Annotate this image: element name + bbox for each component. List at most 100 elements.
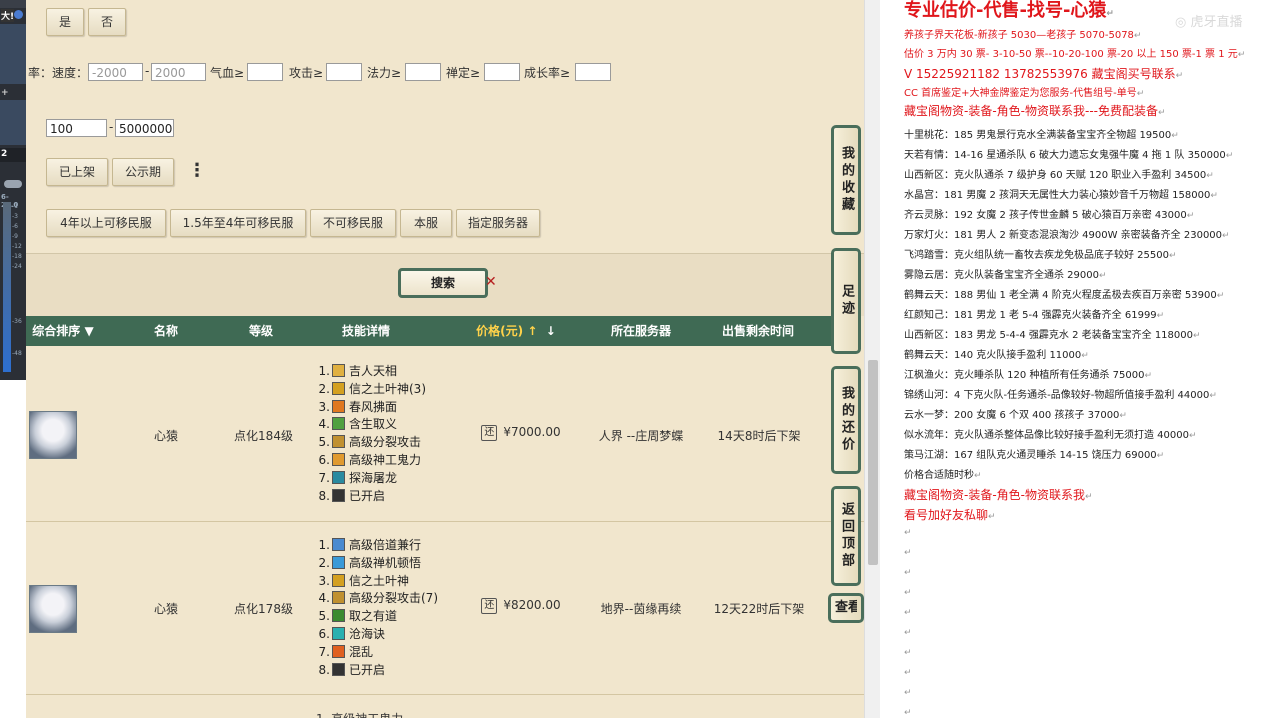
info-icon[interactable] — [14, 10, 23, 19]
no-migrate-button[interactable]: 不可移民服 — [310, 209, 396, 237]
skill-item[interactable]: 7. 探海屠龙 — [316, 470, 426, 488]
meter-tick-label: -18 — [12, 253, 22, 260]
skill-item[interactable]: 2. 信之土叶神(3) — [316, 381, 426, 399]
clear-search-icon[interactable]: ✕ — [485, 274, 497, 290]
skill-item[interactable]: 3. 信之土叶神 — [316, 573, 438, 591]
notes-line: 红颜知己：181 男龙 1 老 5-4 强霹克火装备齐全 61999↵ — [904, 310, 1165, 321]
level-meter — [3, 202, 11, 372]
more-options-icon[interactable]: ⋮ — [188, 160, 206, 181]
magic-input[interactable] — [405, 63, 441, 81]
paragraph-mark-icon: ↵ — [1237, 49, 1246, 60]
skill-icon — [332, 364, 345, 377]
back-top-label: 返回顶部 — [839, 502, 854, 570]
row-name[interactable]: 心猿 — [136, 427, 196, 444]
rate-label-fragment: 率： — [28, 66, 53, 80]
migrate-15-4-button[interactable]: 1.5年至4年可移民服 — [170, 209, 306, 237]
footprint-button[interactable]: 足迹 — [831, 248, 861, 354]
listed-button[interactable]: 已上架 — [46, 158, 108, 186]
hp-input[interactable] — [247, 63, 283, 81]
notes-line: 水晶宫：181 男魔 2 孩洞天无属性大力装心猿妙音千万物超 158000↵ — [904, 190, 1218, 201]
paragraph-mark-icon: ↵ — [1189, 431, 1197, 441]
specified-server-button[interactable]: 指定服务器 — [456, 209, 540, 237]
growth-input[interactable] — [575, 63, 611, 81]
public-period-button[interactable]: 公示期 — [112, 158, 174, 186]
yes-button[interactable]: 是 — [46, 8, 84, 36]
skill-icon — [332, 417, 345, 431]
skill-item[interactable]: 5. 高级分裂攻击 — [316, 434, 426, 452]
skill-item[interactable]: 6. 高级神工鬼力 — [316, 452, 426, 470]
skill-item[interactable]: 6. 沧海诀 — [316, 626, 438, 644]
price-header[interactable]: 价格(元) ↑ ↓ — [466, 316, 566, 346]
skill-icon — [332, 626, 345, 640]
skill-item[interactable]: 4. 含生取义 — [316, 416, 426, 434]
trade-page: 是 否 率： 速度： -2000 - 2000 气血≥ 攻击≥ 法力≥ 禅定≥ … — [26, 0, 864, 718]
bargain-label: 我的还价 — [839, 386, 854, 454]
my-favorites-button[interactable]: 我的收藏 — [831, 125, 861, 235]
skill-item[interactable]: 4. 高级分裂攻击(7) — [316, 590, 438, 608]
zen-input[interactable] — [484, 63, 520, 81]
migrate-4plus-button[interactable]: 4年以上可移民服 — [46, 209, 166, 237]
page-scrollbar[interactable] — [864, 0, 881, 718]
price-min-input[interactable]: 100 — [46, 119, 107, 137]
skill-item[interactable]: 8. 已开启 — [316, 488, 426, 506]
paragraph-mark-icon: ↵ — [1209, 391, 1217, 401]
notes-line: 十里桃花：185 男鬼景行克水全满装备宝宝齐全物超 19500↵ — [904, 130, 1179, 141]
notes-line: 江枫渔火：克火睡杀队 120 种植所有任务通杀 75000↵ — [904, 370, 1152, 381]
skill-item[interactable]: 1. 吉人天相 — [316, 363, 426, 381]
no-button[interactable]: 否 — [88, 8, 126, 36]
skill-item[interactable]: 2. 高级禅机顿悟 — [316, 555, 438, 573]
skill-icon — [332, 381, 345, 395]
sort-asc-icon[interactable]: ↑ — [527, 324, 537, 338]
table-row[interactable]: 心猿 点化178级 1. 高级倍道兼行 2. 高级禅机顿悟 3. 信之土叶神 4. 高级… — [26, 522, 864, 695]
strip-label: 大! — [1, 9, 15, 22]
paragraph-mark-icon: ↵ — [1186, 211, 1195, 221]
this-server-button[interactable]: 本服 — [400, 209, 452, 237]
magic-label: 法力≥ — [367, 66, 402, 80]
back-to-top-button[interactable]: 返回顶部 — [831, 486, 861, 586]
check-label: 查看 — [835, 600, 857, 615]
growth-label: 成长率≥ — [524, 66, 571, 80]
table-row[interactable]: 1. 高级神工鬼力 — [26, 695, 864, 718]
notes-line: 价格合适随时秒↵ — [904, 470, 982, 481]
strip-num: 2 — [1, 149, 8, 159]
paragraph-mark-icon: ↵ — [1157, 108, 1166, 119]
bargain-icon[interactable]: 还 — [481, 598, 498, 614]
my-bargain-button[interactable]: 我的还价 — [831, 366, 861, 474]
skill-icon — [332, 399, 345, 413]
skill-item[interactable]: 3. 春风拂面 — [316, 399, 426, 417]
bargain-icon[interactable]: 还 — [481, 425, 498, 441]
paragraph-mark-icon: ↵ — [1106, 9, 1114, 19]
search-bar: 搜索 ✕ — [26, 253, 864, 316]
skill-item[interactable]: 7. 混乱 — [316, 644, 438, 662]
row-level: 点化178级 — [234, 602, 293, 616]
check-button[interactable]: 查看 — [828, 593, 864, 623]
sort-down-icon: ▼ — [84, 324, 94, 338]
skills-header: 技能详情 — [341, 324, 390, 338]
empty-paragraph-mark: ↵ — [904, 708, 912, 718]
speed-max-input[interactable]: 2000 — [151, 63, 206, 81]
notes-line: 万家灯火：181 男人 2 新变态混浪淘沙 4900W 亲密装备齐全 23000… — [904, 230, 1230, 241]
pet-avatar[interactable] — [29, 585, 77, 633]
speed-min-input[interactable]: -2000 — [88, 63, 143, 81]
skill-item[interactable]: 8. 已开启 — [316, 662, 438, 680]
row-name[interactable]: 心猿 — [136, 600, 196, 617]
attack-label: 攻击≥ — [289, 66, 324, 80]
paragraph-mark-icon: ↵ — [988, 512, 996, 522]
pet-avatar[interactable] — [29, 411, 77, 459]
watermark-logo: ◎ 虎牙直播 — [1175, 15, 1243, 30]
sort-header[interactable]: 综合排序 ▼ — [28, 316, 98, 346]
notes-line: 飞鸿踏雪：克火组队统一畜牧去疾龙免极品底子较好 25500↵ — [904, 250, 1177, 261]
plus-icon[interactable]: + — [1, 88, 9, 98]
paragraph-mark-icon: ↵ — [1081, 351, 1089, 361]
table-row[interactable]: 心猿 点化184级 1. 吉人天相 2. 信之土叶神(3) 3. 春风拂面 4. 含生取… — [26, 347, 864, 522]
paragraph-mark-icon: ↵ — [974, 471, 982, 481]
sort-desc-icon[interactable]: ↓ — [546, 324, 556, 338]
skill-item[interactable]: 5. 取之有道 — [316, 608, 438, 626]
price-max-input[interactable]: 5000000 — [115, 119, 174, 137]
attack-input[interactable] — [326, 63, 362, 81]
row-time-left: 12天22时后下架 — [713, 602, 805, 616]
skill-item[interactable]: 1. 高级倍道兼行 — [316, 537, 438, 555]
toggle-icon[interactable] — [4, 180, 22, 188]
scrollbar-thumb[interactable] — [868, 360, 878, 565]
search-button[interactable]: 搜索 — [398, 268, 488, 298]
